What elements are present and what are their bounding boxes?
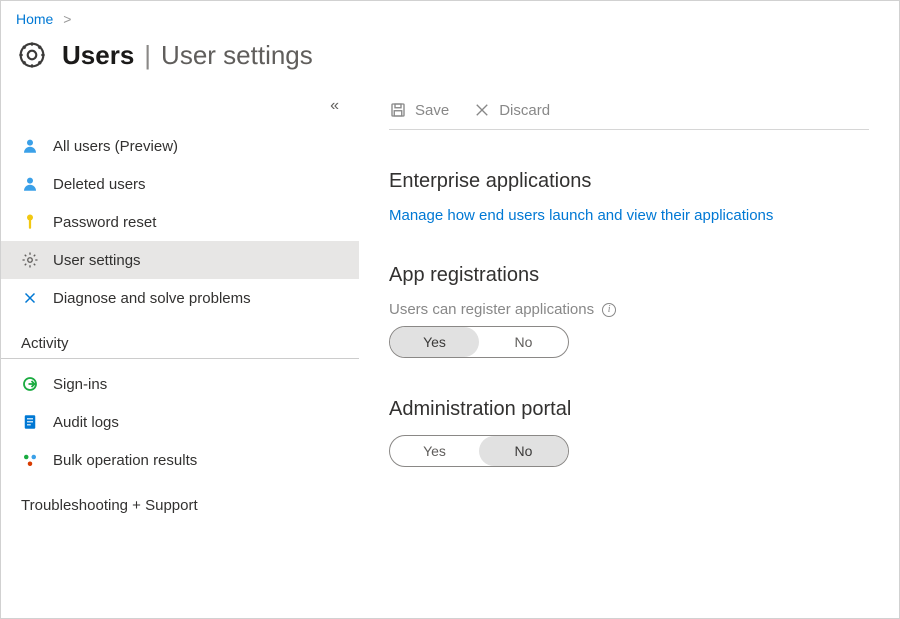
sidebar-item-signins[interactable]: Sign-ins: [1, 365, 359, 403]
sidebar-item-all-users[interactable]: All users (Preview): [1, 127, 359, 165]
log-icon: [21, 413, 39, 431]
tools-icon: [21, 289, 39, 307]
sidebar-item-label: Diagnose and solve problems: [53, 290, 251, 307]
sidebar-section-troubleshooting: Troubleshooting + Support: [1, 479, 359, 520]
page-heading: Users | User settings: [1, 33, 899, 93]
app-reg-toggle[interactable]: Yes No: [389, 326, 569, 358]
app-reg-sublabel-text: Users can register applications: [389, 301, 594, 318]
sidebar-section-activity: Activity: [1, 317, 359, 359]
save-icon: [389, 101, 407, 119]
sidebar-item-bulk-results[interactable]: Bulk operation results: [1, 441, 359, 479]
content-pane: Save Discard Enterprise applications Man…: [359, 93, 899, 610]
breadcrumb-home[interactable]: Home: [16, 11, 53, 27]
title-separator: |: [144, 40, 151, 71]
section-enterprise-apps-title: Enterprise applications: [389, 170, 869, 193]
sidebar-item-password-reset[interactable]: Password reset: [1, 203, 359, 241]
save-label: Save: [415, 102, 449, 119]
app-reg-toggle-yes[interactable]: Yes: [390, 327, 479, 357]
sidebar-item-label: Audit logs: [53, 414, 119, 431]
discard-button[interactable]: Discard: [473, 101, 550, 119]
admin-portal-toggle-no[interactable]: No: [479, 436, 568, 466]
section-app-registrations-title: App registrations: [389, 264, 869, 287]
sidebar-item-user-settings[interactable]: User settings: [1, 241, 359, 279]
sidebar-item-label: All users (Preview): [53, 138, 178, 155]
page-title: Users: [62, 40, 134, 71]
section-admin-portal-title: Administration portal: [389, 398, 869, 421]
breadcrumb: Home >: [1, 1, 899, 33]
app-reg-toggle-no[interactable]: No: [479, 327, 568, 357]
gear-icon: [16, 39, 48, 71]
sidebar-item-label: Password reset: [53, 214, 156, 231]
sidebar-item-label: Sign-ins: [53, 376, 107, 393]
sidebar-item-label: User settings: [53, 252, 141, 269]
user-icon: [21, 175, 39, 193]
enterprise-apps-link[interactable]: Manage how end users launch and view the…: [389, 207, 773, 224]
collapse-sidebar-icon[interactable]: «: [330, 97, 339, 115]
page-subtitle: User settings: [161, 40, 313, 71]
discard-label: Discard: [499, 102, 550, 119]
toolbar: Save Discard: [389, 93, 869, 130]
app-reg-sublabel: Users can register applications i: [389, 301, 869, 318]
close-icon: [473, 101, 491, 119]
sidebar-item-audit-logs[interactable]: Audit logs: [1, 403, 359, 441]
sidebar-item-diagnose[interactable]: Diagnose and solve problems: [1, 279, 359, 317]
sidebar-item-label: Deleted users: [53, 176, 146, 193]
info-icon[interactable]: i: [602, 303, 616, 317]
save-button[interactable]: Save: [389, 101, 449, 119]
gear-icon: [21, 251, 39, 269]
sidebar-item-label: Bulk operation results: [53, 452, 197, 469]
sidebar-item-deleted-users[interactable]: Deleted users: [1, 165, 359, 203]
admin-portal-toggle-yes[interactable]: Yes: [390, 436, 479, 466]
user-icon: [21, 137, 39, 155]
key-icon: [21, 213, 39, 231]
admin-portal-toggle[interactable]: Yes No: [389, 435, 569, 467]
bulk-icon: [21, 451, 39, 469]
sidebar: « All users (Preview) Deleted users Pass…: [1, 93, 359, 610]
signin-icon: [21, 375, 39, 393]
breadcrumb-separator: >: [63, 11, 71, 27]
